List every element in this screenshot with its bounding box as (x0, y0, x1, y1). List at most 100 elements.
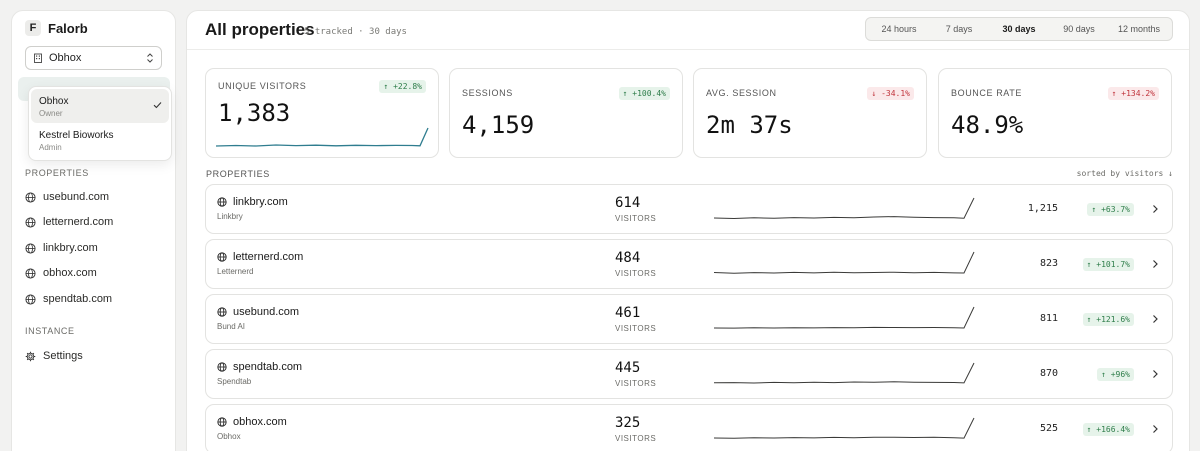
sidebar-item-usebund[interactable]: usebund.com (25, 191, 109, 203)
property-name: Letternerd (217, 267, 254, 276)
stat-change-badge: ↑ +22.8% (379, 80, 426, 93)
sidebar-item-obhox[interactable]: obhox.com (25, 267, 97, 279)
chevron-right-icon[interactable] (1152, 314, 1159, 324)
property-sparkline (714, 417, 975, 439)
property-domain: usebund.com (217, 306, 299, 318)
property-domain: linkbry.com (217, 196, 288, 208)
property-change-badge: ↑ +63.7% (1087, 203, 1134, 216)
property-visitors-label: VISITORS (615, 434, 657, 443)
sidebar-item-spendtab[interactable]: spendtab.com (25, 293, 112, 305)
stat-value: 2m 37s (706, 111, 793, 139)
org-option-kestrel[interactable]: Kestrel Bioworks Admin (31, 123, 169, 157)
property-domain-text: letternerd.com (233, 251, 304, 263)
globe-icon (25, 216, 36, 228)
property-visitors: 484 (615, 250, 641, 266)
property-domain-text: usebund.com (233, 306, 300, 318)
sidebar: F Falorb Obhox Obhox Owner Kestrel Biowo… (11, 10, 176, 451)
property-change-badge: ↑ +166.4% (1082, 423, 1134, 436)
property-visitors-label: VISITORS (615, 324, 657, 333)
stat-label: SESSIONS (462, 88, 513, 98)
globe-icon (25, 267, 36, 279)
globe-icon (217, 197, 227, 207)
stat-card-sessions: SESSIONS ↑ +100.4% 4,159 (449, 68, 683, 158)
sidebar-item-label: spendtab.com (43, 293, 113, 305)
property-domain: letternerd.com (217, 251, 303, 263)
sidebar-item-letternerd[interactable]: letternerd.com (25, 216, 113, 228)
gear-icon (25, 351, 36, 361)
stat-value: 1,383 (218, 99, 291, 127)
org-option-obhox[interactable]: Obhox Owner (31, 89, 169, 123)
range-option-7d[interactable]: 7 days (929, 20, 989, 38)
brand[interactable]: F Falorb (25, 20, 88, 36)
property-domain: obhox.com (217, 416, 287, 428)
property-visitors-label: VISITORS (615, 269, 657, 278)
sidebar-section-properties: PROPERTIES (25, 168, 89, 178)
stat-change-badge: ↓ -34.1% (867, 87, 914, 100)
range-option-90d[interactable]: 90 days (1049, 20, 1109, 38)
sidebar-item-label: usebund.com (43, 191, 110, 203)
chevron-right-icon[interactable] (1152, 259, 1159, 269)
property-sparkline (714, 251, 975, 274)
stat-value: 4,159 (462, 111, 535, 139)
globe-icon (217, 252, 227, 262)
property-name: Bund AI (217, 322, 246, 331)
property-row-letternerd[interactable]: letternerd.com Letternerd 484 VISITORS 8… (205, 239, 1173, 289)
property-sparkline (714, 197, 975, 220)
stat-value: 48.9% (951, 111, 1024, 139)
org-select-label: Obhox (49, 52, 82, 64)
range-option-24h[interactable]: 24 hours (869, 20, 929, 38)
page-title: All properties (205, 20, 315, 39)
property-visitors: 325 (615, 415, 641, 431)
sidebar-item-linkbry[interactable]: linkbry.com (25, 242, 98, 254)
range-option-12m[interactable]: 12 months (1109, 20, 1169, 38)
page-subtitle: 5 tracked · 30 days (304, 27, 407, 37)
sidebar-item-label: obhox.com (43, 267, 97, 279)
sort-indicator[interactable]: sorted by visitors ↓ (1077, 169, 1173, 178)
stat-card-bounce-rate: BOUNCE RATE ↑ +134.2% 48.9% (938, 68, 1172, 158)
property-change-badge: ↑ +121.6% (1082, 313, 1134, 326)
chevron-right-icon[interactable] (1152, 424, 1159, 434)
header-divider (187, 49, 1189, 50)
chevron-right-icon[interactable] (1152, 204, 1159, 214)
visitors-sparkline (216, 127, 429, 147)
sidebar-item-settings[interactable]: Settings (25, 350, 83, 362)
property-name: Spendtab (217, 377, 252, 386)
property-domain-text: linkbry.com (233, 196, 288, 208)
org-option-name: Obhox (39, 96, 69, 107)
property-sparkline (714, 362, 975, 384)
sidebar-section-instance: INSTANCE (25, 326, 75, 336)
property-sparkline (714, 306, 975, 329)
time-range-selector: 24 hours 7 days 30 days 90 days 12 month… (865, 17, 1173, 41)
property-change-badge: ↑ +101.7% (1082, 258, 1134, 271)
property-name: Obhox (217, 432, 241, 441)
org-select[interactable]: Obhox (25, 46, 162, 70)
property-total: 870 (1039, 368, 1058, 379)
property-row-spendtab[interactable]: spendtab.com Spendtab 445 VISITORS 870 ↑… (205, 349, 1173, 399)
org-dropdown-menu: Obhox Owner Kestrel Bioworks Admin (28, 86, 172, 161)
org-option-name: Kestrel Bioworks (39, 130, 114, 141)
stat-label: UNIQUE VISITORS (218, 81, 307, 91)
globe-icon (217, 417, 227, 427)
property-row-obhox[interactable]: obhox.com Obhox 325 VISITORS 525 ↑ +166.… (205, 404, 1173, 451)
brand-logo: F (25, 20, 41, 36)
globe-icon (217, 362, 227, 372)
property-visitors-label: VISITORS (615, 214, 657, 223)
range-option-30d[interactable]: 30 days (989, 20, 1049, 38)
brand-name: Falorb (48, 20, 88, 36)
org-option-role: Owner (39, 109, 63, 118)
property-visitors: 445 (615, 360, 641, 376)
chevron-right-icon[interactable] (1152, 369, 1159, 379)
property-domain-text: obhox.com (233, 416, 287, 428)
chevron-updown-icon (147, 53, 153, 63)
property-row-usebund[interactable]: usebund.com Bund AI 461 VISITORS 811 ↑ +… (205, 294, 1173, 344)
property-visitors: 461 (615, 305, 641, 321)
property-visitors-label: VISITORS (615, 379, 657, 388)
globe-icon (217, 307, 227, 317)
property-row-linkbry[interactable]: linkbry.com Linkbry 614 VISITORS 1,215 ↑… (205, 184, 1173, 234)
stat-change-badge: ↑ +134.2% (1107, 87, 1159, 100)
stat-card-avg-session: AVG. SESSION ↓ -34.1% 2m 37s (693, 68, 927, 158)
property-total: 811 (1039, 313, 1058, 324)
property-total: 1,215 (1027, 203, 1058, 214)
property-domain-text: spendtab.com (233, 361, 303, 373)
properties-section-label: PROPERTIES (206, 169, 270, 179)
